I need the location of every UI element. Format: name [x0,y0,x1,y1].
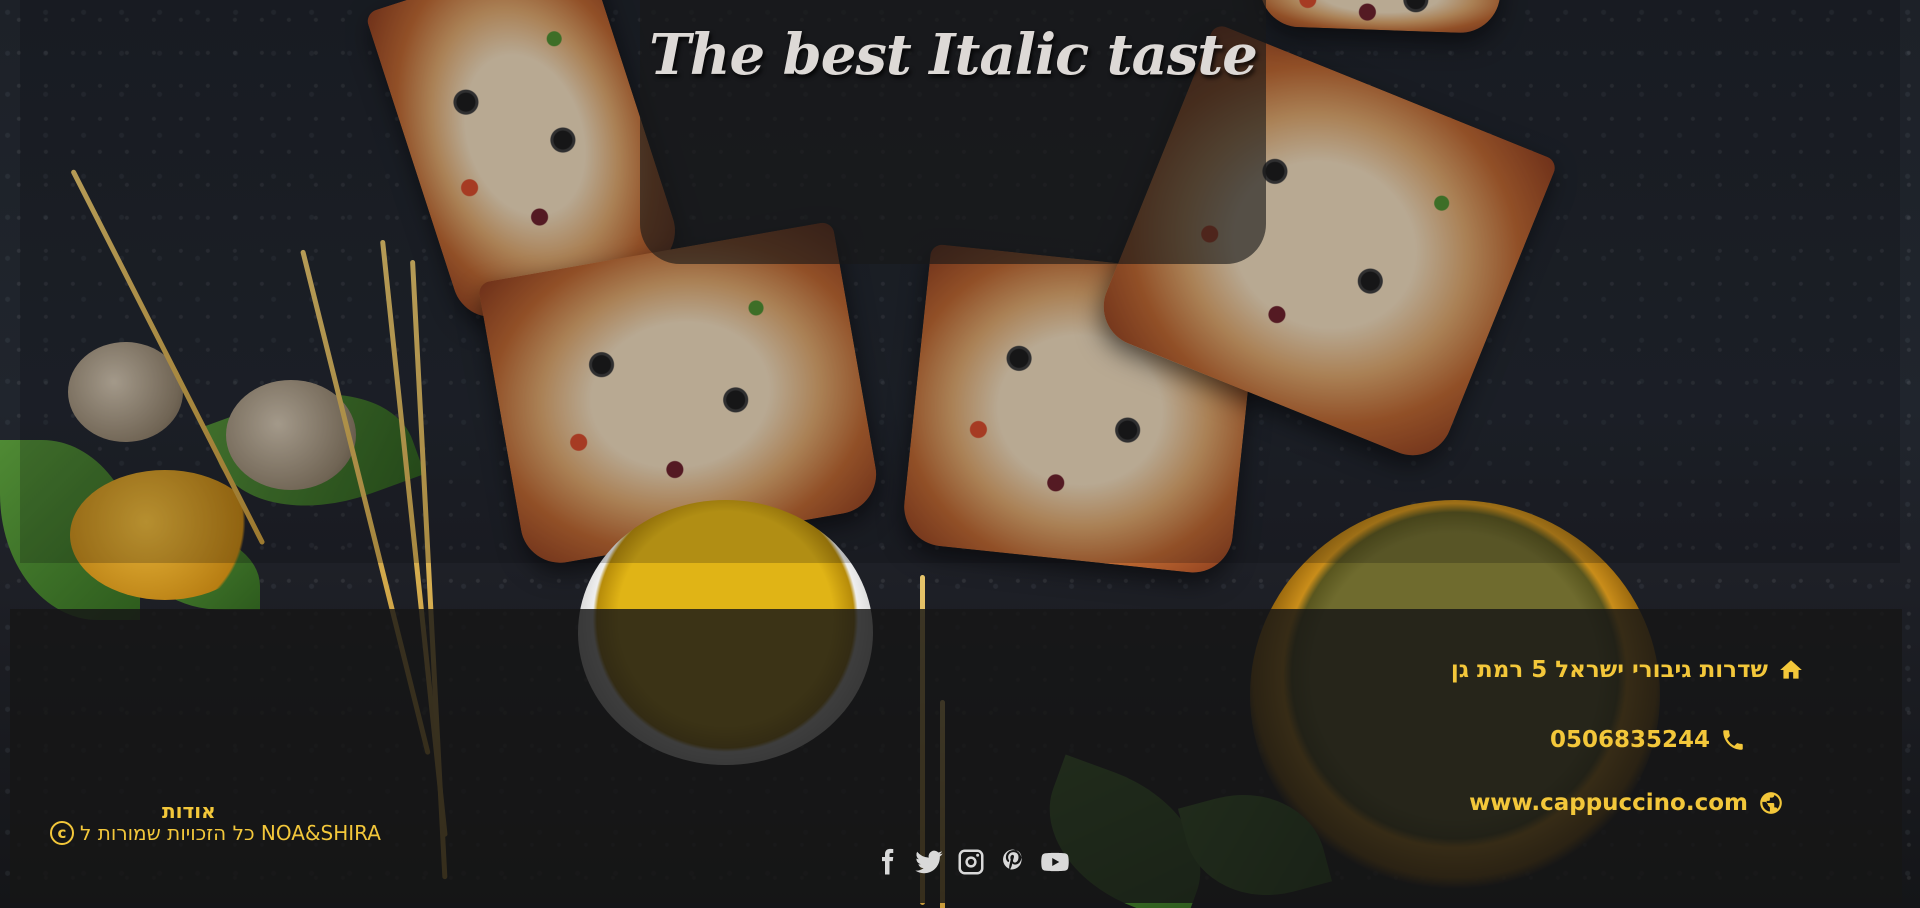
home-icon [1780,660,1802,679]
facebook-icon[interactable] [872,847,902,877]
footer: שדרות גיבורי ישראל 5 רמת גן 0506835244 w… [10,609,1902,903]
globe-icon [1760,792,1782,814]
social-links [872,847,1070,877]
copyright-text: כל הזכויות שמורות ל NOA&SHIRA [80,821,381,845]
about-link[interactable]: אודות [162,799,216,823]
title-banner: The best Italic taste [640,0,1266,264]
phone-text: 0506835244 [1549,727,1710,753]
address-text: שדרות גיבורי ישראל 5 רמת גן [1450,657,1768,683]
twitter-icon[interactable] [914,847,944,877]
instagram-icon[interactable] [956,847,986,877]
copyright-icon: c [50,821,74,845]
website-line[interactable]: www.cappuccino.com [1469,790,1784,816]
address-line: שדרות גיבורי ישראל 5 רמת גן [1451,657,1804,683]
website-text: www.cappuccino.com [1469,790,1748,816]
pinterest-icon[interactable] [998,847,1028,877]
phone-line[interactable]: 0506835244 [1550,727,1746,753]
copyright: c כל הזכויות שמורות ל NOA&SHIRA [50,821,381,845]
youtube-icon[interactable] [1040,847,1070,877]
page-title: The best Italic taste [649,22,1258,88]
phone-icon [1723,730,1743,750]
